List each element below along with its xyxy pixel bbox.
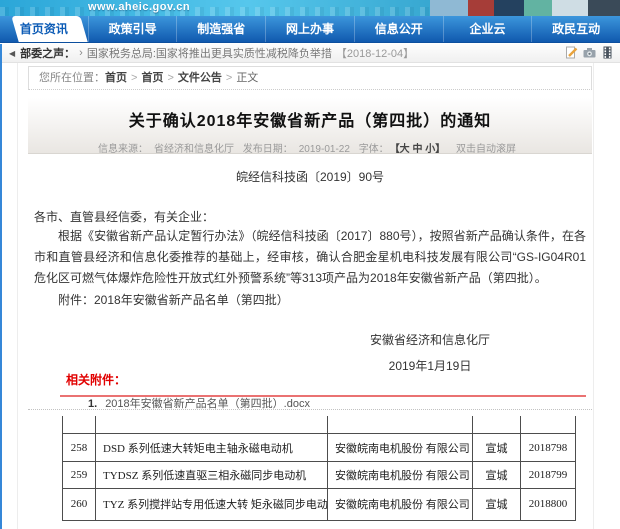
- site-url: www.aheic.gov.cn: [88, 1, 190, 13]
- cell-company: 安徽皖南电机股份 有限公司: [328, 434, 473, 462]
- cell-company: 安徽皖南电机股份 有限公司: [328, 489, 473, 521]
- news-section-label: 部委之声：: [20, 45, 75, 61]
- table-cell-empty: [328, 416, 473, 434]
- nav-tab-policy-guidance[interactable]: 政策引导: [88, 16, 177, 42]
- scroll-left-icon[interactable]: ◀: [9, 49, 15, 58]
- news-date: 【2018-12-04】: [336, 45, 414, 61]
- site-banner: www.aheic.gov.cn: [0, 0, 620, 16]
- table-row: 259 TYDSZ 系列低速直驱三相永磁同步电动机 安徽皖南电机股份 有限公司 …: [63, 462, 576, 489]
- cell-product-name: DSD 系列低速大转矩电主轴永磁电动机: [96, 434, 328, 462]
- dotted-divider: [28, 409, 592, 410]
- banner-photo: [524, 0, 552, 16]
- nav-tab-online-services[interactable]: 网上办事: [265, 16, 354, 42]
- notepad-icon[interactable]: [565, 46, 578, 59]
- article-header: 关于确认2018年安徽省新产品（第四批）的通知 信息来源： 省经济和信息化厅 发布…: [28, 98, 592, 154]
- table-cell-empty: [96, 416, 328, 434]
- camera-icon[interactable]: [583, 46, 596, 59]
- body-paragraph: 根据《安徽省新产品认定暂行办法》（皖经信科技函〔2017〕880号），按照省新产…: [34, 226, 586, 289]
- news-ticker-bar: ◀ 部委之声： › 国家税务总局:国家将推出更具实质性减税降负举措 【2018-…: [0, 44, 620, 63]
- left-accent-line: [0, 44, 2, 529]
- table-cell-empty: [521, 416, 576, 434]
- cell-product-code: 2018798: [521, 434, 576, 462]
- breadcrumb: 您所在位置：首页>首页>文件公告>正文: [28, 66, 592, 90]
- table-row-partial: [63, 416, 576, 434]
- cell-city: 宣城: [473, 489, 521, 521]
- attachment-line: 附件：2018年安徽省新产品名单（第四批）: [34, 291, 289, 308]
- breadcrumb-separator: >: [131, 72, 137, 84]
- meta-source-label: 信息来源：: [98, 144, 148, 155]
- nav-tab-label: 信息公开: [375, 22, 423, 36]
- nav-tab-label: 政民互动: [552, 22, 600, 36]
- cell-row-number: 258: [63, 434, 96, 462]
- signature-block: 安徽省经济和信息化厅 2019年1月19日: [340, 331, 520, 374]
- cell-product-code: 2018799: [521, 462, 576, 489]
- breadcrumb-current: 正文: [236, 72, 258, 84]
- cell-product-name: TYZ 系列搅拌站专用低速大转 矩永磁同步电动机: [96, 489, 328, 521]
- cell-product-name: TYDSZ 系列低速直驱三相永磁同步电动机: [96, 462, 328, 489]
- breadcrumb-home2-link[interactable]: 首页: [141, 72, 163, 84]
- products-table: 258 DSD 系列低速大转矩电主轴永磁电动机 安徽皖南电机股份 有限公司 宣城…: [62, 416, 576, 521]
- film-icon[interactable]: [601, 46, 614, 59]
- banner-photo: [468, 0, 494, 16]
- signer-name: 安徽省经济和信息化厅: [340, 331, 520, 348]
- breadcrumb-separator: >: [226, 72, 232, 84]
- cell-row-number: 260: [63, 489, 96, 521]
- nav-tab-label: 网上办事: [286, 22, 334, 36]
- news-toolbar: [565, 46, 614, 59]
- related-attachments-label: 相关附件：: [66, 373, 126, 387]
- banner-photo: [430, 0, 468, 16]
- main-nav: 首页资讯 政策引导 制造强省 网上办事 信息公开 企业云 政民互动: [0, 16, 620, 43]
- document-number: 皖经信科技函〔2019〕90号: [0, 168, 620, 185]
- meta-date-label: 发布日期：: [243, 144, 293, 155]
- cell-row-number: 259: [63, 462, 96, 489]
- font-size-switcher[interactable]: 【大 中 小】: [395, 144, 446, 155]
- breadcrumb-announcements-link[interactable]: 文件公告: [178, 72, 222, 84]
- meta-font-label: 字体：: [359, 144, 389, 155]
- breadcrumb-home-link[interactable]: 首页: [105, 72, 127, 84]
- news-marker: ›: [79, 47, 83, 59]
- news-headline-link[interactable]: 国家税务总局:国家将推出更具实质性减税降负举措: [87, 45, 332, 61]
- banner-photo: [588, 0, 620, 16]
- breadcrumb-separator: >: [167, 72, 173, 84]
- article-meta: 信息来源： 省经济和信息化厅 发布日期： 2019-01-22 字体： 【大 中 小】…: [28, 140, 592, 155]
- nav-tab-label: 政策引导: [109, 22, 157, 36]
- banner-photo: [494, 0, 524, 16]
- nav-tab-label: 企业云: [469, 22, 505, 36]
- table-row: 260 TYZ 系列搅拌站专用低速大转 矩永磁同步电动机 安徽皖南电机股份 有限…: [63, 489, 576, 521]
- nav-tab-label: 首页资讯: [20, 22, 68, 36]
- nav-tab-enterprise-cloud[interactable]: 企业云: [443, 16, 532, 42]
- table-row: 258 DSD 系列低速大转矩电主轴永磁电动机 安徽皖南电机股份 有限公司 宣城…: [63, 434, 576, 462]
- page: www.aheic.gov.cn 首页资讯 政策引导 制造强省 网上办事 信息公…: [0, 0, 620, 529]
- meta-scroll-hint: 双击自动滚屏: [456, 144, 516, 155]
- table-cell-empty: [63, 416, 96, 434]
- products-table-region: 258 DSD 系列低速大转矩电主轴永磁电动机 安徽皖南电机股份 有限公司 宣城…: [62, 416, 577, 521]
- nav-tab-manufacturing-province[interactable]: 制造强省: [176, 16, 265, 42]
- page-title: 关于确认2018年安徽省新产品（第四批）的通知: [28, 98, 592, 131]
- nav-tab-info-disclosure[interactable]: 信息公开: [354, 16, 443, 42]
- meta-source-value: 省经济和信息化厅: [154, 144, 234, 155]
- breadcrumb-prefix: 您所在位置：: [39, 72, 105, 84]
- meta-date-value: 2019-01-22: [299, 144, 350, 155]
- related-attachments-heading: 相关附件：: [60, 371, 586, 397]
- cell-company: 安徽皖南电机股份 有限公司: [328, 462, 473, 489]
- nav-tab-label: 制造强省: [197, 22, 245, 36]
- salutation: 各市、直管县经信委，有关企业：: [34, 208, 214, 225]
- table-cell-empty: [473, 416, 521, 434]
- banner-collage: [430, 0, 620, 16]
- nav-tab-home-news[interactable]: 首页资讯: [0, 16, 88, 42]
- cell-city: 宣城: [473, 462, 521, 489]
- cell-product-code: 2018800: [521, 489, 576, 521]
- nav-tab-public-interaction[interactable]: 政民互动: [531, 16, 620, 42]
- cell-city: 宣城: [473, 434, 521, 462]
- banner-photo: [552, 0, 588, 16]
